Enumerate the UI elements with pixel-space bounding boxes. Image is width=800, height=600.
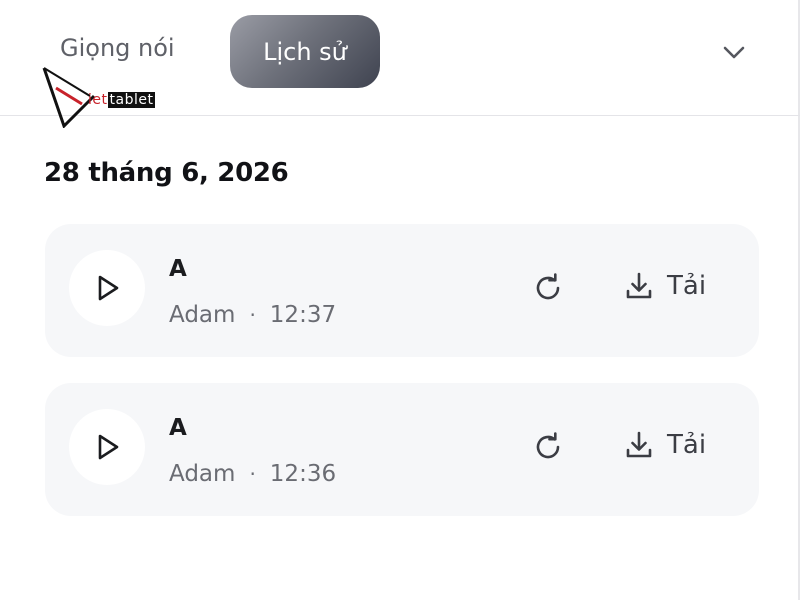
play-icon	[98, 275, 119, 301]
item-meta: Adam · 12:36	[169, 461, 336, 487]
item-voice: Adam	[169, 302, 236, 328]
item-title: A	[169, 256, 187, 282]
meta-separator: ·	[249, 462, 256, 486]
download-button[interactable]: Tải	[623, 427, 706, 463]
chevron-down-icon[interactable]	[720, 38, 748, 66]
logo-wordmark: iet tablet	[88, 92, 156, 108]
date-heading: 28 tháng 6, 2026	[44, 158, 289, 188]
download-icon	[626, 272, 652, 299]
download-button[interactable]: Tải	[623, 268, 706, 304]
play-icon	[98, 434, 119, 460]
download-label: Tải	[667, 271, 707, 301]
history-item: A Adam · 12:36 Tải	[45, 383, 759, 516]
item-voice: Adam	[169, 461, 236, 487]
play-button[interactable]	[69, 250, 145, 326]
item-meta: Adam · 12:37	[169, 302, 336, 328]
play-button[interactable]	[69, 409, 145, 485]
item-title: A	[169, 415, 187, 441]
refresh-icon[interactable]	[532, 272, 564, 304]
tab-voices[interactable]: Giọng nói	[60, 34, 175, 62]
item-time: 12:36	[269, 461, 337, 487]
item-time: 12:37	[269, 302, 337, 328]
refresh-icon[interactable]	[532, 431, 564, 463]
logo-wordmark-part1: iet	[88, 92, 108, 108]
history-item: A Adam · 12:37 Tải	[45, 224, 759, 357]
logo-wordmark-part2: tablet	[107, 92, 156, 108]
tab-history[interactable]: Lịch sử	[230, 15, 380, 88]
panel-header: Giọng nói Lịch sử iet tablet	[0, 0, 800, 128]
meta-separator: ·	[249, 303, 256, 327]
download-icon	[626, 431, 652, 458]
history-panel: Giọng nói Lịch sử iet tablet 28 tháng 6, …	[0, 0, 800, 600]
download-label: Tải	[667, 430, 707, 460]
